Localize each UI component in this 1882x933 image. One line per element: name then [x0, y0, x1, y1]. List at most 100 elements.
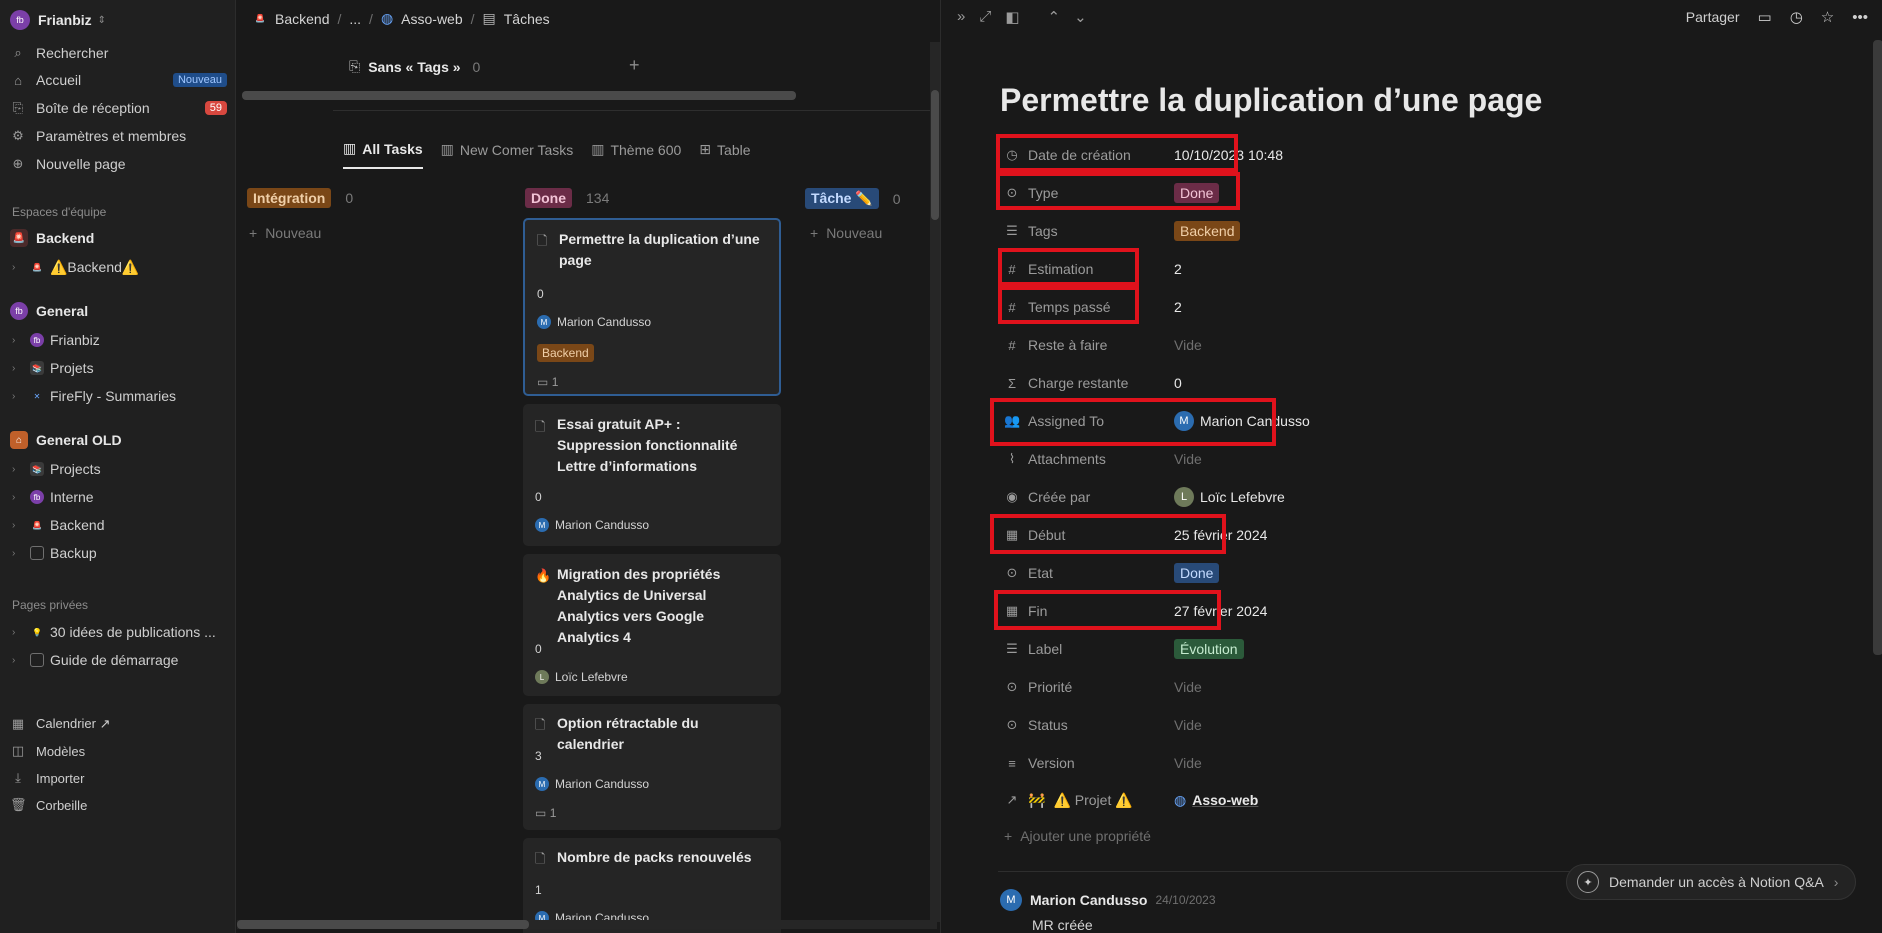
sidebar-item-import[interactable]: ⤓ Importer — [10, 765, 227, 791]
column-header-tache[interactable]: Tâche ✏️ 0 — [805, 188, 901, 209]
property-attachments[interactable]: ⌇ Attachments Vide — [1004, 444, 1704, 474]
property-projet[interactable]: ↗ 🚧 ⚠️ Projet ⚠️ ◍ Asso-web — [1004, 785, 1704, 815]
breadcrumb-item[interactable]: Asso-web — [401, 11, 462, 27]
property-version[interactable]: ≡ Version Vide — [1004, 748, 1704, 778]
panel-toolbar-left: » ⤢ ◧ ⌃ ⌄ — [957, 8, 1087, 26]
bottom-scrollbar[interactable] — [237, 920, 937, 929]
panel-scrollbar[interactable] — [1873, 40, 1882, 655]
scrollbar-thumb[interactable] — [237, 920, 529, 929]
sidebar-item-label: Boîte de réception — [36, 100, 150, 116]
tab-new-comer-tasks[interactable]: ▥ New Comer Tasks — [441, 140, 574, 169]
sidebar-page-frianbiz[interactable]: › fb Frianbiz — [12, 327, 227, 353]
board-card[interactable]: 🗋 Option rétractable du calendrier 3 M M… — [523, 704, 781, 830]
page-title[interactable]: Permettre la duplication d’une page — [1000, 82, 1542, 119]
workspace-switcher[interactable]: fb Frianbiz ⇕ — [10, 7, 227, 33]
highlight-box — [994, 590, 1221, 630]
sidebar-item-calendar[interactable]: ▦ Calendrier ↗ — [10, 711, 227, 737]
sidebar-page-guide[interactable]: › Guide de démarrage — [12, 647, 227, 673]
group-header[interactable]: ⎘ Sans « Tags » 0 — [349, 58, 480, 75]
sidebar-item-search[interactable]: ⌕ Rechercher — [10, 40, 227, 66]
clock-icon[interactable]: ◷ — [1790, 8, 1803, 26]
sidebar-item-label: Projects — [50, 461, 101, 477]
tab-table[interactable]: ⊞ Table — [699, 140, 750, 169]
board-card[interactable]: 🗋 Essai gratuit AP+ : Suppression foncti… — [523, 404, 781, 546]
side-peek-icon[interactable]: ◧ — [1005, 8, 1019, 26]
home-icon: ⌂ — [14, 72, 22, 88]
sidebar-page-projects[interactable]: › 📚 Projects — [12, 456, 227, 482]
expand-icon[interactable]: ⤢ — [979, 8, 991, 26]
column-name: Intégration — [247, 188, 332, 208]
sidebar-page-interne[interactable]: › fb Interne — [12, 484, 227, 510]
scrollbar-thumb[interactable] — [931, 90, 939, 220]
team-spaces-header: Espaces d'équipe — [12, 205, 107, 219]
sidebar-page-backup[interactable]: › Backup — [12, 540, 227, 566]
chevron-up-icon[interactable]: ⌃ — [1048, 8, 1061, 26]
property-reste-a-faire[interactable]: # Reste à faire Vide — [1004, 330, 1704, 360]
property-value: Vide — [1174, 337, 1202, 353]
plus-icon: + — [1004, 828, 1013, 844]
close-peek-icon[interactable]: » — [957, 8, 965, 26]
tab-theme-600[interactable]: ▥ Thème 600 — [591, 140, 681, 169]
tab-all-tasks[interactable]: ▥ All Tasks — [343, 140, 423, 169]
sidebar-page-backend[interactable]: › 🚨 Backend — [12, 512, 227, 538]
breadcrumb-separator: / — [337, 10, 342, 27]
notion-qa-button[interactable]: ✦ Demander un accès à Notion Q&A › — [1566, 864, 1856, 900]
sidebar-item-templates[interactable]: ◫ Modèles — [10, 738, 227, 764]
sidebar-page-backend-warning[interactable]: › 🚨 ⚠️Backend⚠️ — [12, 254, 227, 280]
sidebar-item-home[interactable]: ⌂ Accueil Nouveau — [10, 67, 227, 93]
property-priorite[interactable]: ⊙ Priorité Vide — [1004, 672, 1704, 702]
vertical-scrollbar[interactable] — [930, 42, 940, 922]
comment-icon[interactable]: ▭ — [1758, 8, 1772, 26]
relation-link[interactable]: Asso-web — [1192, 792, 1258, 808]
sidebar-item-trash[interactable]: 🗑 Corbeille — [10, 792, 227, 818]
sidebar-page-firefly[interactable]: › ✕ FireFly - Summaries — [12, 383, 227, 409]
space-general-old[interactable]: ⌂ General OLD — [10, 427, 227, 453]
column-header-integration[interactable]: Intégration 0 — [247, 188, 353, 208]
sidebar-item-new-page[interactable]: ⊕ Nouvelle page — [10, 151, 227, 177]
sidebar-page-projets[interactable]: › 📚 Projets — [12, 355, 227, 381]
breadcrumb-item[interactable]: ... — [349, 11, 361, 27]
property-charge-restante[interactable]: Σ Charge restante 0 — [1004, 368, 1704, 398]
more-icon[interactable]: ••• — [1852, 9, 1868, 26]
new-card-button[interactable]: + Nouveau — [810, 225, 882, 241]
new-card-button[interactable]: + Nouveau — [249, 225, 321, 241]
avatar: M — [537, 315, 551, 329]
star-icon[interactable]: ☆ — [1821, 8, 1834, 26]
avatar: L — [535, 670, 549, 684]
horizontal-scrollbar[interactable] — [242, 91, 796, 100]
property-value: 2 — [1174, 299, 1182, 315]
property-status[interactable]: ⊙ Status Vide — [1004, 710, 1704, 740]
sidebar-item-inbox[interactable]: ⎘ Boîte de réception 59 — [10, 95, 227, 121]
sidebar-page-30-idees[interactable]: › 💡 30 idées de publications ... — [12, 619, 227, 645]
assignee-name: Marion Candusso — [557, 315, 652, 329]
sidebar-item-label: Calendrier ↗ — [36, 716, 111, 731]
board-card[interactable]: 🗋 Nombre de packs renouvelés 1 M Marion … — [523, 838, 781, 933]
card-assignee: L Loïc Lefebvre — [535, 670, 628, 684]
breadcrumb-item[interactable]: Tâches — [504, 11, 550, 27]
property-label[interactable]: ☰ Label Évolution — [1004, 634, 1704, 664]
property-tags[interactable]: ☰ Tags Backend — [1004, 216, 1704, 246]
sparkle-icon: ✦ — [1577, 871, 1599, 893]
board-card[interactable]: 🗋 Permettre la duplication d’une page 0 … — [523, 218, 781, 396]
property-label: Reste à faire — [1028, 337, 1108, 353]
page-icon — [30, 653, 44, 667]
add-property-button[interactable]: + Ajouter une propriété — [1004, 828, 1151, 844]
share-button[interactable]: Partager — [1686, 9, 1740, 25]
sidebar-item-settings[interactable]: ⚙ Paramètres et membres — [10, 123, 227, 149]
property-label: ⚠️ Projet ⚠️ — [1053, 791, 1133, 808]
board-view: 🚨 Backend / ... / ◍ Asso-web / ▤ Tâches … — [237, 0, 940, 933]
chevron-right-icon: › — [12, 491, 16, 503]
add-group-icon[interactable]: + — [629, 55, 640, 76]
property-creee-par[interactable]: ◉ Créée par L Loïc Lefebvre — [1004, 482, 1704, 512]
lightbulb-icon: 💡 — [32, 627, 42, 637]
space-general[interactable]: fb General — [10, 298, 227, 324]
chevron-down-icon[interactable]: ⌄ — [1074, 8, 1087, 26]
column-header-done[interactable]: Done 134 — [525, 188, 609, 208]
view-tabs: ▥ All Tasks ▥ New Comer Tasks ▥ Thème 60… — [343, 140, 751, 169]
property-etat[interactable]: ⊙ Etat Done — [1004, 558, 1704, 588]
board-card[interactable]: 🔥 Migration des propriétés Analytics de … — [523, 554, 781, 696]
breadcrumb-item[interactable]: Backend — [275, 11, 329, 27]
hash-icon: # — [1008, 337, 1016, 353]
space-backend[interactable]: 🚨 Backend — [10, 225, 227, 251]
siren-icon: 🚨 — [255, 14, 265, 23]
